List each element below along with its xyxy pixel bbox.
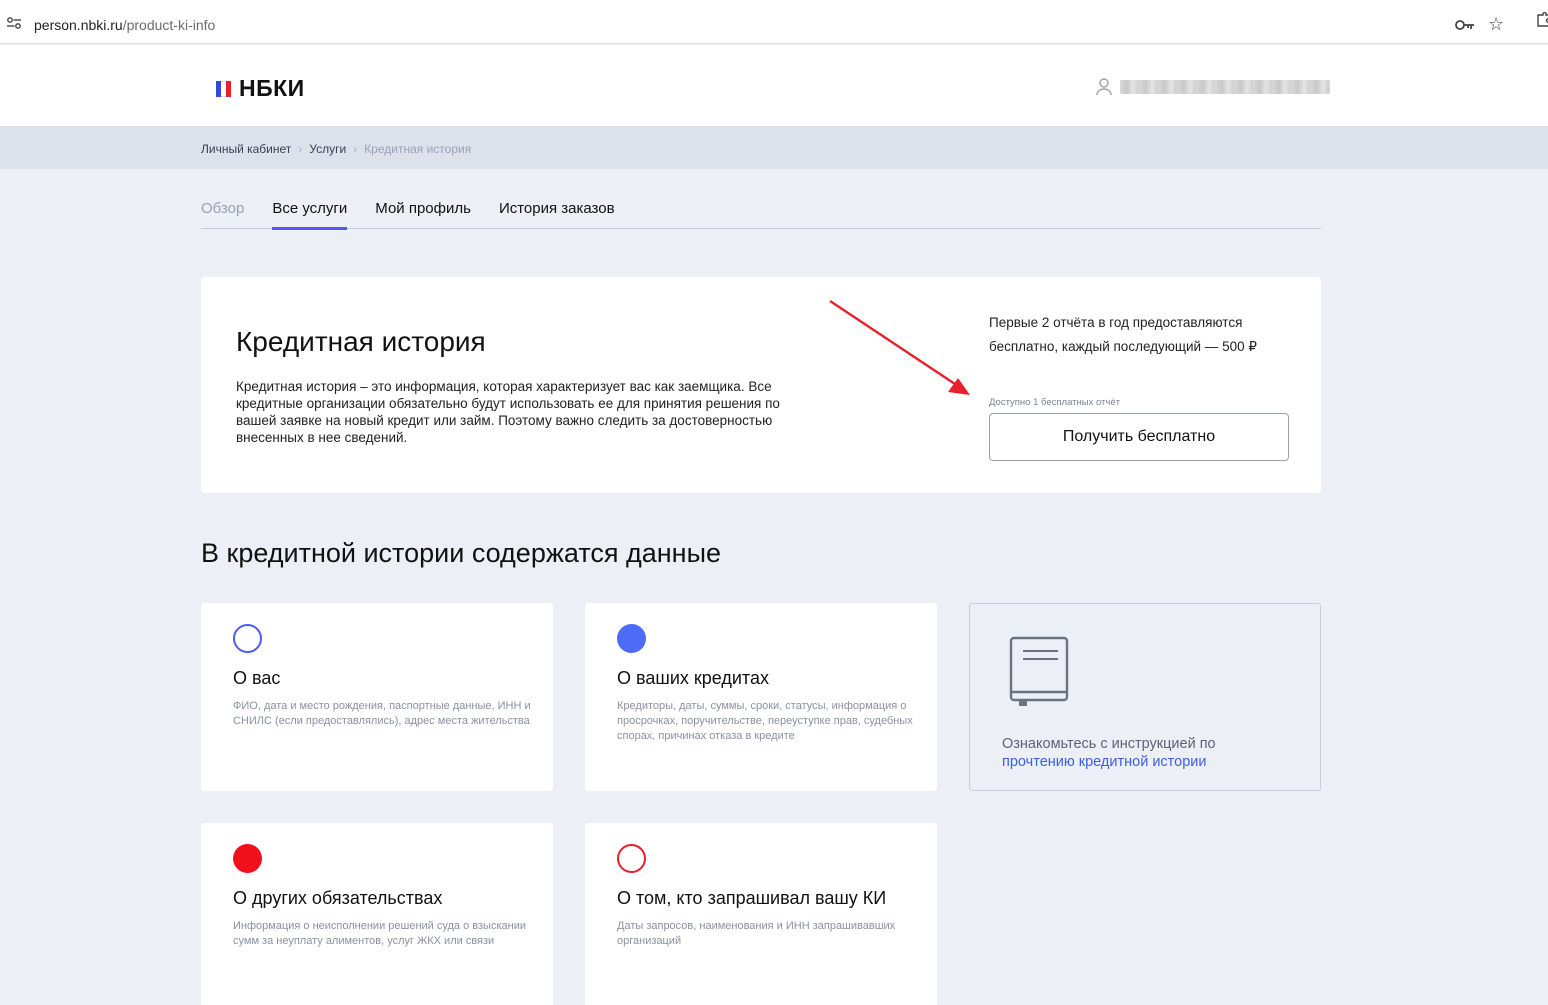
info-card-description: Даты запросов, наименования и ИНН запраш… <box>617 920 896 947</box>
tab-overview[interactable]: Обзор <box>201 196 244 229</box>
free-reports-left: Доступно 1 бесплатных отчёт <box>989 397 1120 408</box>
browser-toolbar: person.nbki.ru/product-ki-info ☆ <box>0 0 1548 44</box>
breadcrumb-separator: › <box>298 142 303 156</box>
tab-my-profile[interactable]: Мой профиль <box>375 196 471 229</box>
user-name-redacted <box>1120 80 1330 94</box>
user-icon <box>1096 78 1112 96</box>
logo-text: НБКИ <box>239 75 305 101</box>
info-card-your-credits: О ваших кредитах Кредиторы, даты, суммы,… <box>585 603 937 791</box>
annotation-arrow-icon <box>829 300 970 395</box>
info-card-other-obligations: О других обязательствах Информация о неи… <box>201 823 553 1005</box>
password-key-icon[interactable] <box>1455 18 1475 32</box>
tab-order-history[interactable]: История заказов <box>499 196 615 229</box>
address-bar[interactable]: person.nbki.ru/product-ki-info ☆ <box>0 4 1520 40</box>
guide-text: Ознакомьтесь с инструкцией по прочтению … <box>1002 735 1302 771</box>
price-note-line-2: бесплатно, каждый последующий — 500 ₽ <box>989 339 1257 354</box>
bookmark-star-icon[interactable]: ☆ <box>1488 15 1506 33</box>
reading-guide-card[interactable]: Ознакомьтесь с инструкцией по прочтению … <box>969 603 1321 791</box>
breadcrumb-services[interactable]: Услуги <box>309 142 346 156</box>
breadcrumb-current: Кредитная история <box>364 142 472 156</box>
info-card-title: О ваших кредитах <box>617 668 769 688</box>
nbki-logo[interactable]: НБКИ <box>216 75 305 102</box>
filled-circle-icon <box>617 624 646 653</box>
url-host: person.nbki.ru <box>34 17 123 33</box>
site-header: НБКИ <box>0 45 1548 126</box>
breadcrumb: Личный кабинет › Услуги › Кредитная исто… <box>201 142 471 156</box>
price-note: Первые 2 отчёта в год предоставляются бе… <box>989 311 1299 359</box>
guide-link[interactable]: прочтению кредитной истории <box>1002 754 1206 770</box>
breadcrumb-cabinet[interactable]: Личный кабинет <box>201 142 291 156</box>
url-path: /product-ki-info <box>122 17 216 33</box>
tab-bar: Обзор Все услуги Мой профиль История зак… <box>201 196 1321 230</box>
price-note-line-1: Первые 2 отчёта в год предоставляются <box>989 315 1243 330</box>
tab-all-services[interactable]: Все услуги <box>272 196 347 230</box>
outline-circle-icon <box>233 624 262 653</box>
page-title: Кредитная история <box>236 326 486 357</box>
breadcrumb-separator: › <box>353 142 358 156</box>
info-card-title: О других обязательствах <box>233 888 443 908</box>
info-card-description: ФИО, дата и место рождения, паспортные д… <box>233 700 531 727</box>
url-text[interactable]: person.nbki.ru/product-ki-info <box>34 17 215 33</box>
site-info-icon[interactable] <box>6 16 22 30</box>
info-card-title: О том, кто запрашивал вашу КИ <box>617 888 887 908</box>
logo-flag-icon <box>216 80 234 97</box>
info-card-description: Информация о неисполнении решений суда о… <box>233 920 526 947</box>
info-card-title: О вас <box>233 668 281 688</box>
info-card-description: Кредиторы, даты, суммы, сроки, статусы, … <box>617 700 913 742</box>
extensions-icon[interactable] <box>1536 12 1548 28</box>
logo-stripe-red <box>226 80 231 97</box>
user-menu[interactable] <box>1096 78 1330 96</box>
info-card-who-requested: О том, кто запрашивал вашу КИ Даты запро… <box>585 823 937 1005</box>
book-icon <box>1009 636 1069 706</box>
filled-circle-icon <box>233 844 262 873</box>
breadcrumb-bar: Личный кабинет › Услуги › Кредитная исто… <box>0 126 1548 169</box>
credit-history-card: Кредитная история Кредитная история – эт… <box>201 277 1321 493</box>
outline-circle-icon <box>617 844 646 873</box>
credit-history-description: Кредитная история – это информация, кото… <box>236 379 780 445</box>
section-title: В кредитной истории содержатся данные <box>201 538 722 568</box>
info-card-about-you: О вас ФИО, дата и место рождения, паспор… <box>201 603 553 791</box>
guide-text-prefix: Ознакомьтесь с инструкцией по <box>1002 736 1216 752</box>
get-free-report-button[interactable]: Получить бесплатно <box>989 413 1289 461</box>
